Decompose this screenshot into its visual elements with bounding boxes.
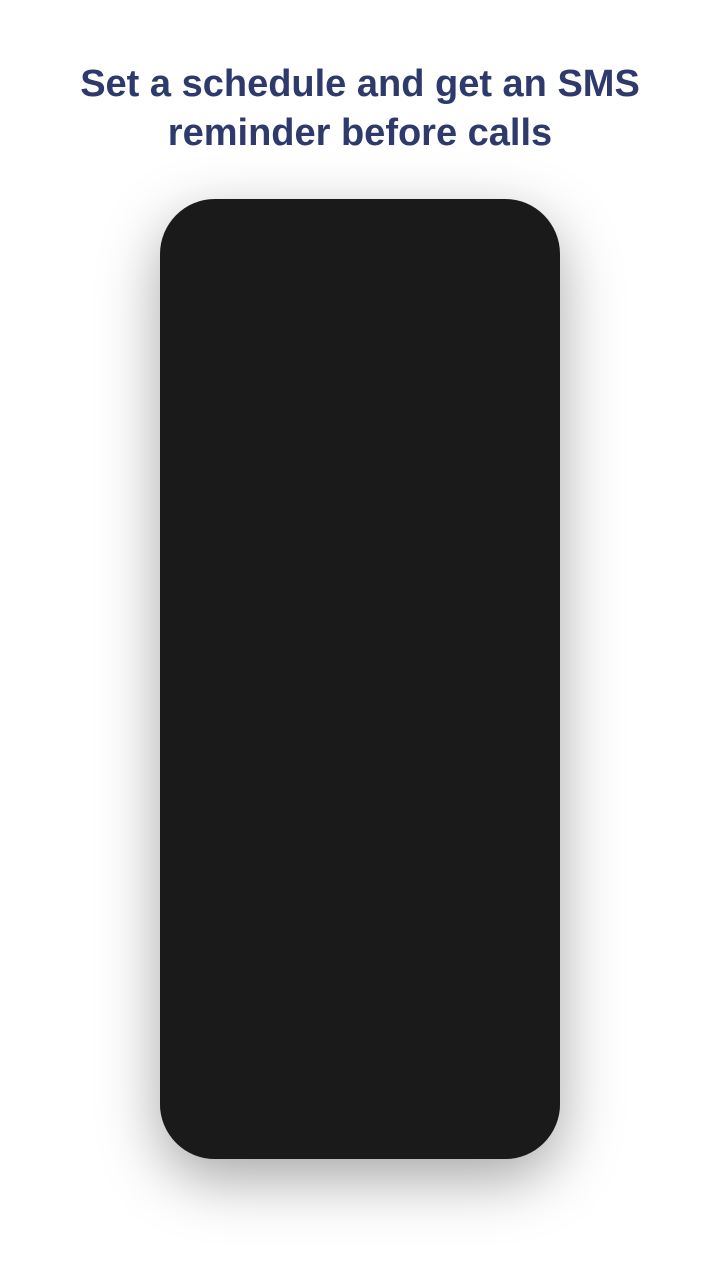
phone-frame xyxy=(160,199,560,1159)
phone-notch xyxy=(300,213,420,241)
phone-mockup: 9:41 ← Schedule your call xyxy=(160,199,560,1159)
hero-title: Set a schedule and get an SMS reminder b… xyxy=(0,0,720,189)
page-background: Set a schedule and get an SMS reminder b… xyxy=(0,0,720,1280)
